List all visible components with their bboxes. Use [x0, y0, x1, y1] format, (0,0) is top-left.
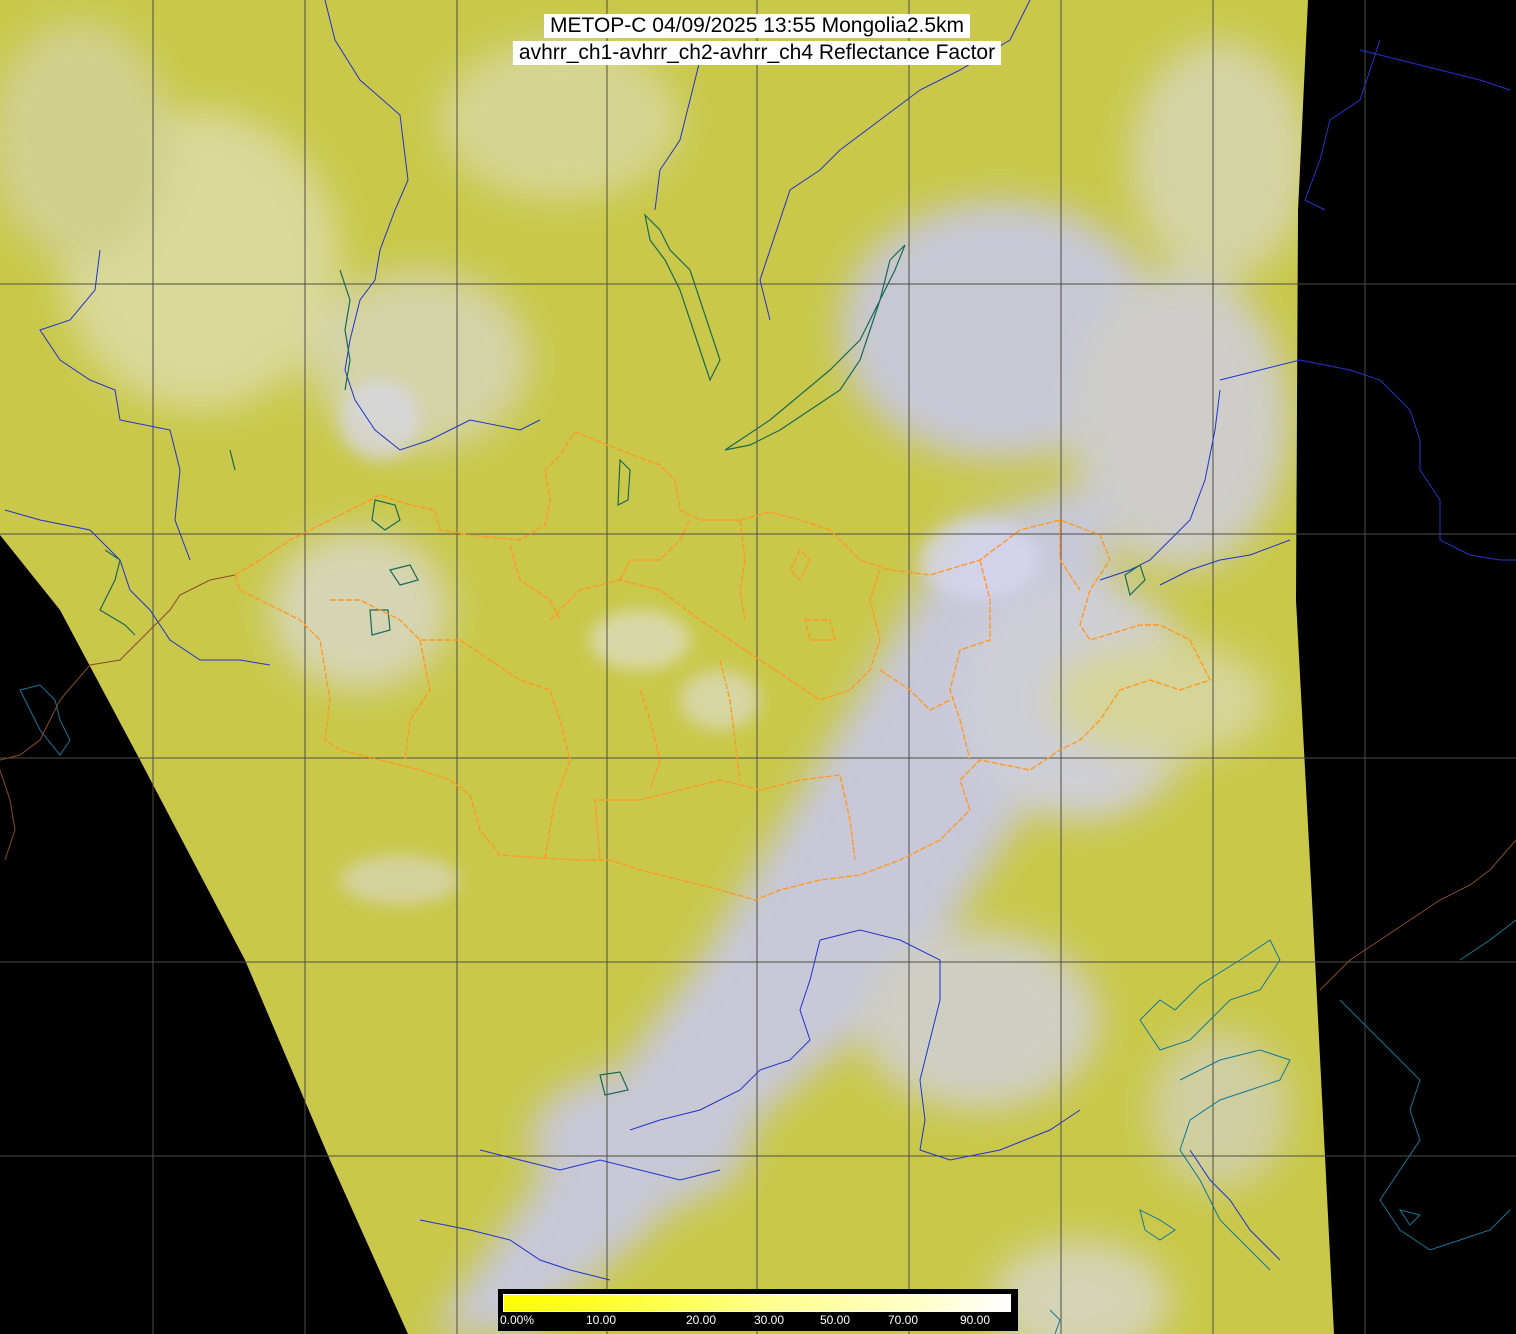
- colorbar-label: 70.00: [888, 1313, 919, 1327]
- colorbar-label: 20.00: [686, 1313, 717, 1327]
- colorbar-label: 90.00: [960, 1313, 991, 1327]
- colorbar-legend: 0.00% 10.00 20.00 30.00 50.00 70.00 90.0…: [498, 1289, 1018, 1331]
- map-title-line2: avhrr_ch1-avhrr_ch2-avhrr_ch4 Reflectanc…: [512, 41, 1002, 65]
- colorbar-label: 50.00: [820, 1313, 851, 1327]
- colorbar-label: 30.00: [754, 1313, 785, 1327]
- colorbar-label: 10.00: [586, 1313, 617, 1327]
- colorbar-label: 0.00%: [500, 1313, 535, 1327]
- satellite-map: [0, 0, 1516, 1334]
- colorbar-gradient: [503, 1294, 1011, 1312]
- map-title-line1: METOP-C 04/09/2025 13:55 Mongolia2.5km: [543, 14, 971, 38]
